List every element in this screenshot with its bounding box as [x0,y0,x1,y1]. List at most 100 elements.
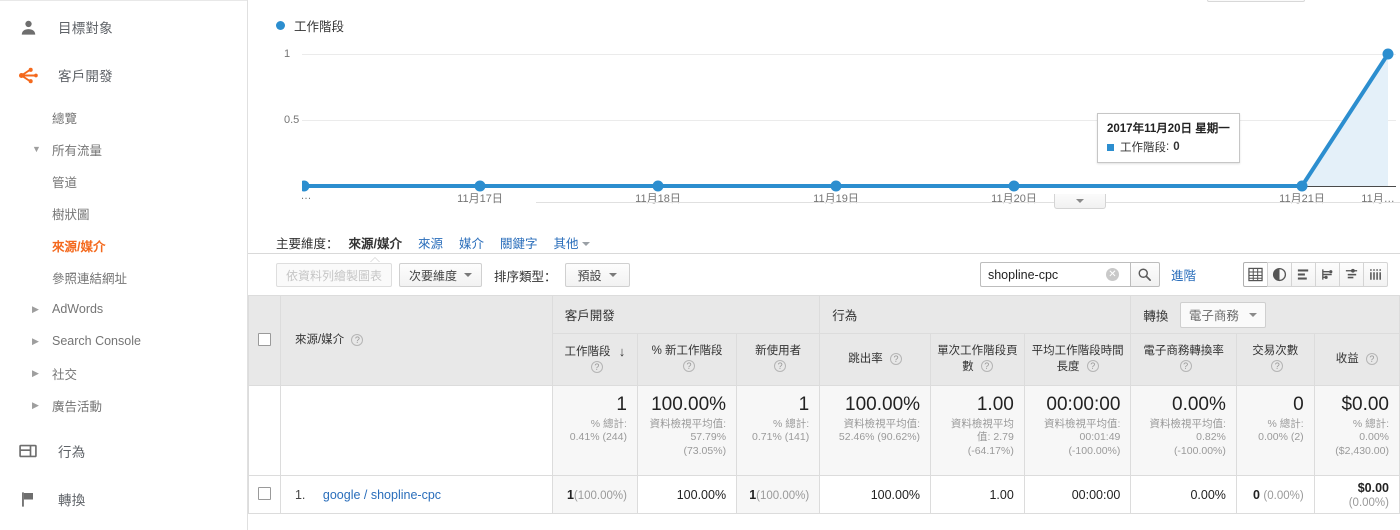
sidebar-item-social[interactable]: ▶ 社交 [0,357,247,389]
cell-percent: (100.00%) [573,489,627,502]
chevron-right-icon[interactable]: ▶ [32,304,46,314]
summary-cell-pages-per-session: 1.00 資料檢視平均值: 2.79 (-64.17%) [930,385,1025,476]
column-header-label: 平均工作階段時間長度 [1031,344,1124,373]
chevron-down-icon[interactable]: ▼ [32,144,46,154]
dimension-tab-label: 來源/媒介 [348,236,402,251]
summary-dimension-cell [279,385,553,476]
column-header-revenue[interactable]: 收益 ? [1313,333,1400,386]
sidebar-item-label: Search Console [52,334,141,348]
flag-icon [16,487,40,511]
chevron-right-icon[interactable]: ▶ [32,336,46,346]
help-icon[interactable]: ? [1365,352,1378,365]
sidebar-item-adwords[interactable]: ▶ AdWords [0,293,247,325]
search-button[interactable] [1129,262,1160,287]
help-icon[interactable]: ? [351,333,364,346]
x-axis-tick: 11月18日 [635,193,681,205]
help-icon[interactable]: ? [774,360,787,373]
summary-cell-transactions: 0 % 總計: 0.00% (2) [1235,385,1315,476]
summary-value: 100.00% [845,394,921,415]
sidebar-item-all-traffic[interactable]: ▼ 所有流量 [0,133,247,165]
acquisition-icon [16,63,40,87]
y-axis-tick: 1 [284,48,291,60]
sidebar-item-acquisition[interactable]: 客戶開發 [0,55,247,95]
help-icon[interactable]: ? [980,360,993,373]
bar-chart-view-icon[interactable] [1291,262,1316,287]
dimension-column-header[interactable]: 來源/媒介 ? [279,295,553,386]
sidebar-item-behavior[interactable]: 行為 [0,431,247,471]
group-header-conversions: 轉換 電子商務 [1130,295,1400,334]
help-icon[interactable]: ? [889,352,902,365]
help-icon[interactable]: ? [1271,360,1284,373]
group-header-label: 客戶開發 [564,309,615,323]
row-cell-sessions: 1(100.00%) [551,475,638,514]
sidebar-item-treemaps[interactable]: 樹狀圖 [0,197,247,229]
sidebar-item-source-medium[interactable]: 來源/媒介 [0,229,247,261]
dimension-tab-medium[interactable]: 媒介 [459,233,484,252]
column-header-new-users[interactable]: 新使用者 ? [736,333,821,386]
sidebar-item-referrals[interactable]: 參照連結網址 [0,261,247,293]
row-checkbox[interactable] [257,486,271,500]
row-source-medium-link[interactable]: google / shopline-cpc [323,488,441,502]
chart-collapse-toggle[interactable] [1054,194,1106,209]
advanced-filter-link[interactable]: 進階 [1171,265,1196,284]
column-header-ecommerce-conversion-rate[interactable]: 電子商務轉換率 ? [1130,333,1237,386]
sidebar-item-audience[interactable]: 目標對象 [0,7,247,47]
sort-type-button[interactable]: 預設 [564,263,630,287]
column-header-transactions[interactable]: 交易次數 ? [1235,333,1315,386]
help-icon[interactable]: ? [590,361,603,374]
select-all-cell[interactable] [248,295,281,386]
sidebar-item-label: 總覽 [52,111,78,126]
column-header-bounce-rate[interactable]: 跳出率 ? [819,333,932,386]
summary-subvalue: 資料檢視平均值: 52.46% (90.62%) [838,417,921,444]
chevron-right-icon[interactable]: ▶ [32,368,46,378]
comparison-view-icon[interactable] [1339,262,1364,287]
search-input[interactable] [987,267,1106,282]
help-icon[interactable]: ? [683,360,696,373]
column-header-label: 交易次數 [1252,344,1299,357]
dimension-tab-source[interactable]: 來源 [418,233,443,252]
sidebar-item-overview[interactable]: 總覽 [0,101,247,133]
dimension-row-underline [248,253,1400,254]
left-navigation-sidebar: 目標對象 客戶開發 總覽 ▼ 所有流量 管道 樹狀圖 來源/媒介 參照連結網址 … [0,0,248,530]
sidebar-item-conversions[interactable]: 轉換 [0,479,247,519]
row-checkbox-cell[interactable] [248,475,281,514]
summary-value: 0.00% [1172,394,1226,415]
report-table: 來源/媒介 ? 客戶開發 行為 轉換 電子商務 工作階段 ↓ ? % 新工作階段… [248,295,1400,514]
dimension-tab-keyword[interactable]: 關鍵字 [500,233,538,252]
sidebar-item-campaigns[interactable]: ▶ 廣告活動 [0,389,247,421]
help-icon[interactable]: ? [1179,360,1192,373]
row-cell-new-users: 1(100.00%) [736,475,821,514]
pivot-view-icon[interactable] [1363,262,1388,287]
summary-subvalue: % 總計: 0.00% ($2,430.00) [1335,417,1389,458]
row-dimension-cell: 1. google / shopline-cpc [279,475,553,514]
column-header-pages-per-session[interactable]: 單次工作階段頁數 ? [930,333,1025,386]
chevron-right-icon[interactable]: ▶ [32,400,46,410]
behavior-icon [16,439,40,463]
sidebar-item-label: 廣告活動 [52,399,103,414]
chevron-down-icon [1076,199,1084,203]
secondary-dimension-button[interactable]: 次要維度 [399,263,483,287]
performance-view-icon[interactable] [1315,262,1340,287]
dimension-tab-source-medium[interactable]: 來源/媒介 [348,233,402,263]
clear-search-icon[interactable]: ✕ [1105,268,1119,281]
cell-percent: (0.00%) [1263,489,1304,502]
table-row[interactable]: 1. google / shopline-cpc 1(100.00%) 100.… [248,475,1400,514]
select-all-checkbox[interactable] [257,332,271,346]
column-header-new-sessions-pct[interactable]: % 新工作階段 ? [636,333,738,386]
help-icon[interactable]: ? [1086,360,1099,373]
cell-value: 00:00:00 [1071,487,1121,502]
column-header-sessions[interactable]: 工作階段 ↓ ? [551,333,638,386]
ecommerce-select[interactable]: 電子商務 [1179,301,1266,328]
row-cell-transactions: 0 (0.00%) [1235,475,1315,514]
tooltip-metric-row: 工作階段: 0 [1107,139,1230,155]
sidebar-item-label: 參照連結網址 [52,271,128,286]
pie-chart-view-icon[interactable] [1267,262,1292,287]
cell-value: 0.00% [1190,487,1226,502]
table-view-icon[interactable] [1243,262,1268,287]
sort-type-value: 預設 [577,268,602,283]
sidebar-item-channels[interactable]: 管道 [0,165,247,197]
sidebar-item-search-console[interactable]: ▶ Search Console [0,325,247,357]
dimension-tab-other[interactable]: 其他 [554,233,590,252]
column-header-avg-session-duration[interactable]: 平均工作階段時間長度 ? [1023,333,1132,386]
search-field-wrapper[interactable]: ✕ [979,262,1130,287]
